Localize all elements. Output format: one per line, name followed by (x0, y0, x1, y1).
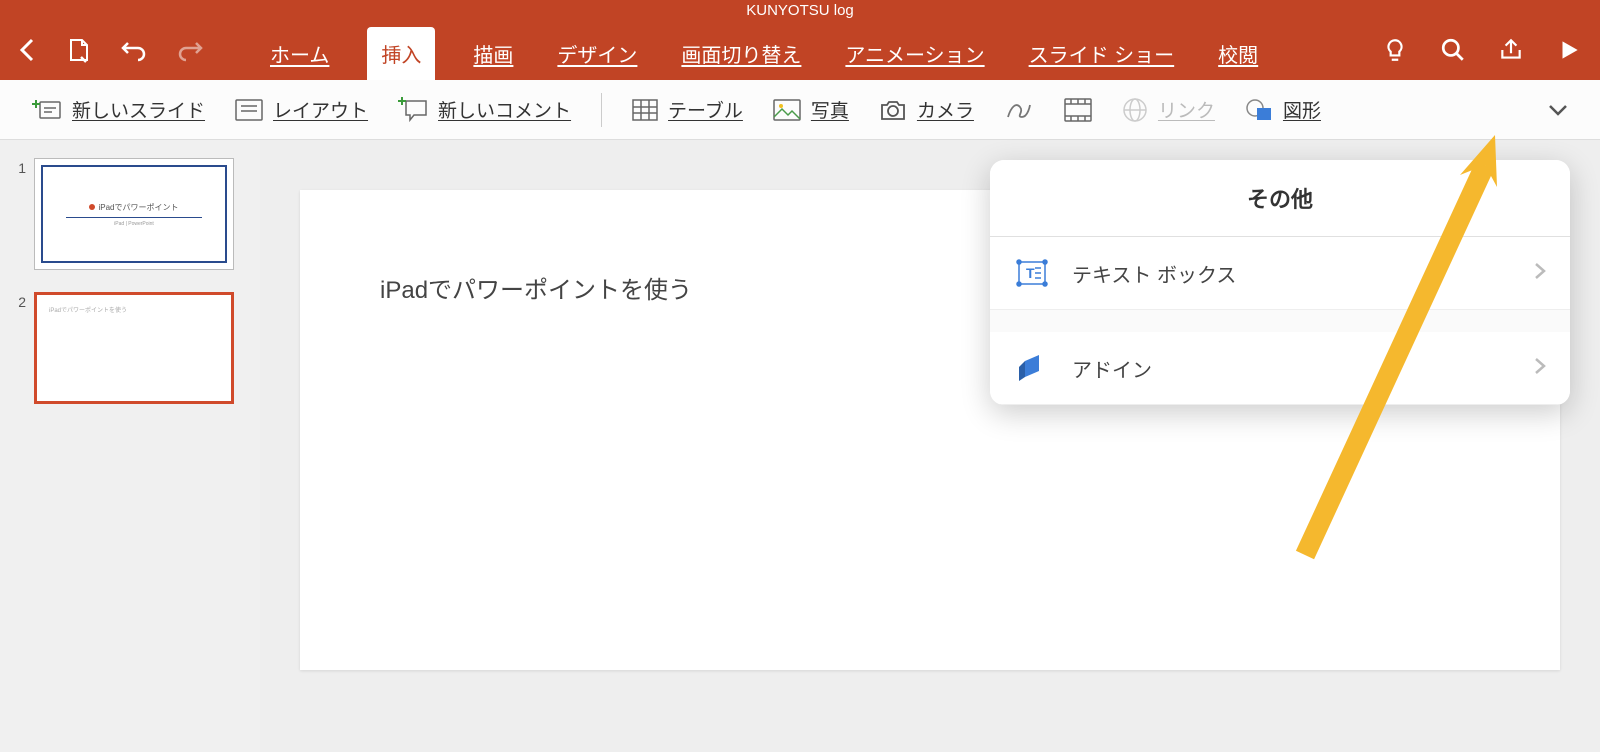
camera-icon (879, 99, 907, 121)
tab-draw[interactable]: 描画 (467, 27, 519, 80)
share-icon[interactable] (1498, 37, 1524, 63)
ribbon-toolbar: 新しいスライド レイアウト 新しいコメント テーブル 写真 カメラ リンク 図形 (0, 80, 1600, 140)
divider (601, 93, 602, 127)
play-icon[interactable] (1556, 37, 1582, 63)
addin-option[interactable]: アドイン (990, 332, 1570, 405)
file-icon[interactable] (66, 37, 92, 63)
shape-button[interactable]: 図形 (1245, 96, 1321, 123)
video-button[interactable] (1064, 98, 1092, 122)
back-icon[interactable] (18, 36, 38, 64)
layout-icon (235, 99, 263, 121)
tab-insert[interactable]: 挿入 (367, 27, 435, 80)
redo-icon[interactable] (176, 38, 204, 62)
new-slide-icon (32, 98, 62, 122)
draw-button[interactable] (1004, 97, 1034, 123)
thumb-number: 1 (10, 158, 26, 270)
thumbnail-1[interactable]: iPadでパワーポイント iPad | PowerPoint (34, 158, 234, 270)
svg-text:T: T (1026, 265, 1035, 281)
layout-button[interactable]: レイアウト (235, 96, 368, 123)
link-icon (1122, 97, 1148, 123)
more-button[interactable] (1548, 104, 1568, 116)
ribbon-tabs: ホーム 挿入 描画 デザイン 画面切り替え アニメーション スライド ショー 校… (264, 20, 1264, 80)
search-icon[interactable] (1440, 37, 1466, 63)
app-header: ホーム 挿入 描画 デザイン 画面切り替え アニメーション スライド ショー 校… (0, 20, 1600, 80)
camera-button[interactable]: カメラ (879, 96, 974, 123)
popover-title: その他 (990, 160, 1570, 237)
tab-home[interactable]: ホーム (264, 27, 335, 80)
addin-icon (1014, 350, 1050, 386)
tab-transitions[interactable]: 画面切り替え (675, 27, 807, 80)
video-icon (1064, 98, 1092, 122)
chevron-right-icon (1534, 262, 1546, 285)
window-title: KUNYOTSU log (0, 0, 1600, 20)
chevron-right-icon (1534, 357, 1546, 380)
undo-icon[interactable] (120, 38, 148, 62)
textbox-option[interactable]: T テキスト ボックス (990, 237, 1570, 310)
lightbulb-icon[interactable] (1382, 37, 1408, 63)
scribble-icon (1004, 97, 1034, 123)
tab-review[interactable]: 校閲 (1212, 27, 1264, 80)
table-icon (632, 99, 658, 121)
textbox-icon: T (1014, 255, 1050, 291)
photo-icon (773, 99, 801, 121)
new-comment-button[interactable]: 新しいコメント (398, 96, 571, 123)
tab-design[interactable]: デザイン (551, 27, 643, 80)
table-button[interactable]: テーブル (632, 96, 743, 123)
new-slide-button[interactable]: 新しいスライド (32, 96, 205, 123)
more-popover: その他 T テキスト ボックス アドイン (990, 160, 1570, 405)
tab-animations[interactable]: アニメーション (839, 27, 990, 80)
shape-icon (1245, 98, 1273, 122)
thumbnail-2[interactable]: iPadでパワーポイントを使う (34, 292, 234, 404)
comment-icon (398, 97, 428, 123)
chevron-down-icon (1548, 104, 1568, 116)
tab-slideshow[interactable]: スライド ショー (1023, 27, 1181, 80)
link-button: リンク (1122, 96, 1215, 123)
slide-thumbnails: 1 iPadでパワーポイント iPad | PowerPoint 2 iPadで… (0, 140, 260, 752)
thumb-number: 2 (10, 292, 26, 404)
photo-button[interactable]: 写真 (773, 96, 849, 123)
